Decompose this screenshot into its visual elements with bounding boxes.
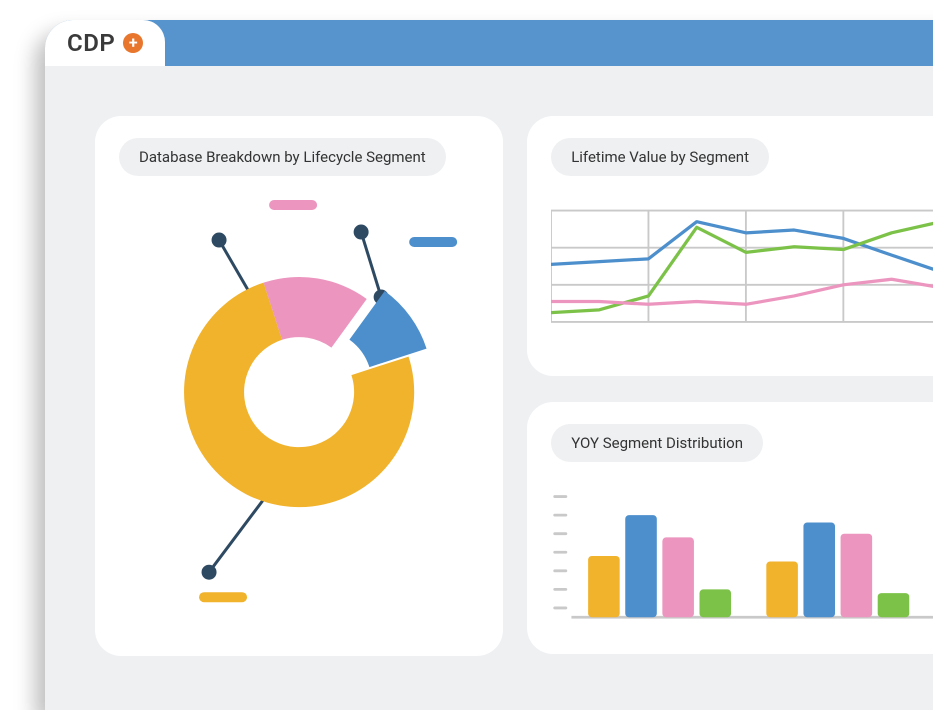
bar-g1-blue: [625, 515, 657, 617]
bar-chart: [551, 476, 933, 638]
content-area: Database Breakdown by Lifecycle Segment: [45, 66, 933, 656]
leader-blue: [361, 232, 381, 297]
card-line: Lifetime Value by Segment: [527, 116, 933, 376]
plus-icon[interactable]: +: [123, 33, 143, 53]
bar-g2-blue: [804, 523, 836, 618]
donut-chart: [119, 190, 479, 634]
tab-label: CDP: [67, 29, 115, 57]
right-column: Lifetime Value by Segment: [527, 116, 933, 656]
line-series-blue: [551, 222, 933, 272]
legend-pill-yellow: [199, 592, 247, 602]
bar-g2-yellow: [767, 562, 799, 618]
card-bars: YOY Segment Distribution: [527, 402, 933, 654]
legend-pill-blue: [409, 237, 457, 247]
bar-g2-pink: [841, 534, 873, 618]
line-series-pink: [551, 279, 933, 304]
leader-yellow: [209, 492, 269, 572]
card-donut: Database Breakdown by Lifecycle Segment: [95, 116, 503, 656]
line-series-green: [551, 222, 933, 313]
line-chart: [551, 190, 933, 361]
bar-g2-green: [878, 593, 910, 617]
titlebar: CDP +: [45, 20, 933, 66]
bar-g1-pink: [663, 537, 695, 617]
bar-g1-green: [700, 589, 732, 617]
card-title-donut: Database Breakdown by Lifecycle Segment: [119, 138, 446, 176]
bar-g1-yellow: [588, 556, 620, 617]
app-window: CDP + Database Breakdown by Lifecycle Se…: [45, 20, 933, 710]
legend-pill-pink: [269, 200, 317, 210]
card-title-bars: YOY Segment Distribution: [551, 424, 763, 462]
leader-pink: [219, 240, 252, 297]
tab-cdp[interactable]: CDP +: [45, 20, 165, 66]
card-title-line: Lifetime Value by Segment: [551, 138, 769, 176]
